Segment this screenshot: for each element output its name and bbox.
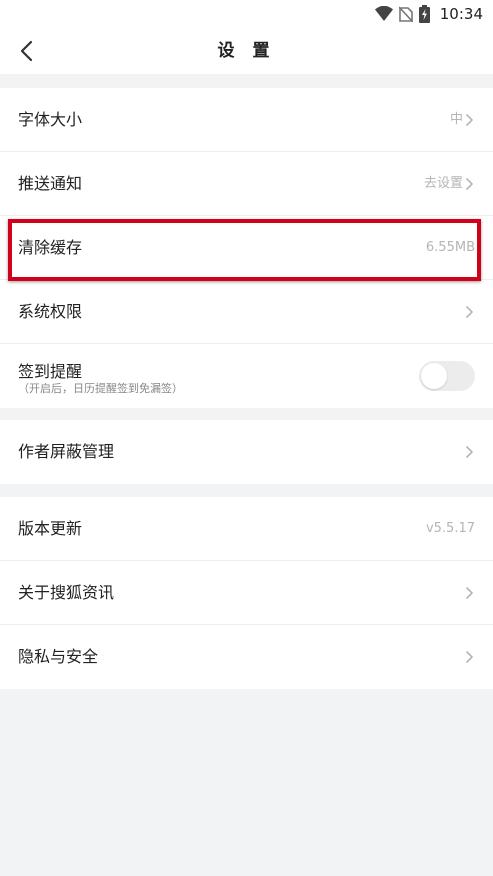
wifi-icon xyxy=(374,6,393,21)
no-sim-icon xyxy=(398,6,413,22)
chevron-right-icon xyxy=(466,306,473,318)
cache-size-value: 6.55MB xyxy=(425,240,475,255)
setting-row-push-notifications[interactable]: 推送通知 去设置 xyxy=(0,152,493,216)
chevron-right-icon xyxy=(466,651,473,663)
setting-row-version-update[interactable]: 版本更新 v5.5.17 xyxy=(0,497,493,561)
setting-sublabel: （开启后，日历提醒签到免漏签） xyxy=(18,382,183,395)
setting-label: 签到提醒 xyxy=(18,362,83,381)
battery-charging-icon xyxy=(418,5,430,23)
settings-group-general: 字体大小 中 推送通知 去设置 清除缓存 6.55MB 系统权限 签到提醒 （开… xyxy=(0,88,493,408)
toggle-knob xyxy=(421,363,447,389)
chevron-right-icon xyxy=(466,587,473,599)
title-bar: 设 置 xyxy=(0,28,493,74)
settings-group-about: 版本更新 v5.5.17 关于搜狐资讯 隐私与安全 xyxy=(0,497,493,689)
setting-label: 关于搜狐资讯 xyxy=(18,583,115,602)
setting-label: 系统权限 xyxy=(18,302,83,321)
back-button[interactable] xyxy=(12,36,42,66)
setting-row-author-block-management[interactable]: 作者屏蔽管理 xyxy=(0,420,493,484)
setting-row-clear-cache[interactable]: 清除缓存 6.55MB xyxy=(0,216,493,280)
setting-row-system-permissions[interactable]: 系统权限 xyxy=(0,280,493,344)
status-bar: 10:34 xyxy=(0,0,493,28)
checkin-reminder-toggle[interactable] xyxy=(419,361,475,391)
chevron-right-icon xyxy=(466,446,473,458)
page-title: 设 置 xyxy=(217,41,276,61)
status-time: 10:34 xyxy=(439,5,483,23)
settings-group-author: 作者屏蔽管理 xyxy=(0,420,493,484)
setting-label: 作者屏蔽管理 xyxy=(18,442,115,461)
setting-label: 清除缓存 xyxy=(18,238,83,257)
chevron-right-icon xyxy=(466,114,473,126)
setting-value: 中 xyxy=(449,112,463,127)
setting-row-privacy-security[interactable]: 隐私与安全 xyxy=(0,625,493,689)
setting-label: 推送通知 xyxy=(18,174,83,193)
setting-row-about[interactable]: 关于搜狐资讯 xyxy=(0,561,493,625)
setting-row-font-size[interactable]: 字体大小 中 xyxy=(0,88,493,152)
setting-label: 字体大小 xyxy=(18,110,83,129)
chevron-left-icon xyxy=(20,40,33,62)
setting-value: 去设置 xyxy=(423,176,463,191)
chevron-right-icon xyxy=(466,178,473,190)
setting-label: 隐私与安全 xyxy=(18,647,99,666)
setting-label: 版本更新 xyxy=(18,519,83,538)
setting-row-checkin-reminder: 签到提醒 （开启后，日历提醒签到免漏签） xyxy=(0,344,493,408)
version-value: v5.5.17 xyxy=(425,521,475,536)
